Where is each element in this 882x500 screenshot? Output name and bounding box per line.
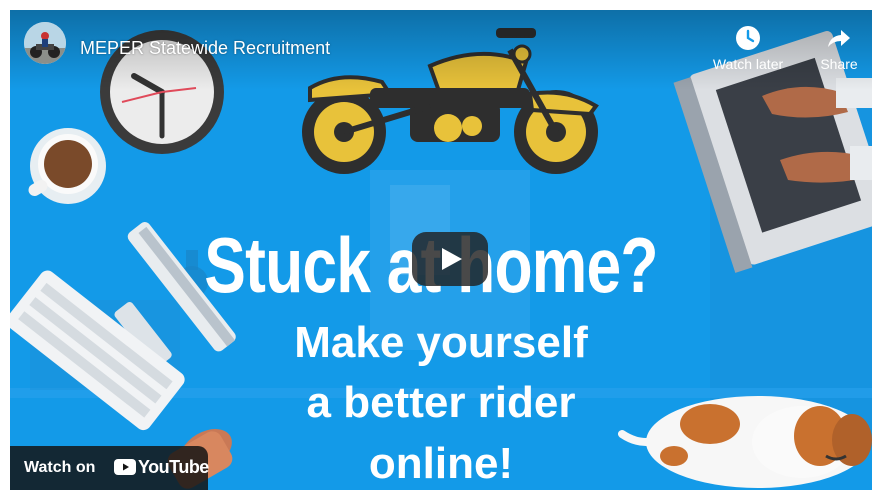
coffee-cup bbox=[28, 128, 106, 204]
watch-later-label: Watch later bbox=[712, 56, 784, 72]
play-button[interactable] bbox=[412, 232, 488, 286]
headline-line-3: a better rider bbox=[306, 378, 576, 427]
channel-avatar[interactable] bbox=[24, 22, 66, 64]
watch-later-button[interactable]: Watch later bbox=[712, 24, 784, 72]
video-title[interactable]: MEPER Statewide Recruitment bbox=[80, 36, 330, 60]
youtube-wordmark: YouTube bbox=[138, 457, 209, 477]
watch-on-youtube-button[interactable]: Watch on YouTube bbox=[10, 446, 209, 490]
video-player[interactable]: MEPER Statewide Recruitment Watch later … bbox=[10, 10, 872, 490]
share-icon bbox=[828, 30, 850, 47]
share-button[interactable]: Share bbox=[803, 24, 872, 72]
youtube-logo-icon bbox=[114, 459, 136, 475]
avatar-image bbox=[24, 22, 66, 64]
headline-line-2: Make yourself bbox=[294, 318, 588, 367]
clock-icon bbox=[736, 26, 760, 50]
watch-on-label: Watch on bbox=[24, 459, 96, 476]
play-icon bbox=[442, 248, 462, 270]
share-label: Share bbox=[820, 56, 858, 72]
